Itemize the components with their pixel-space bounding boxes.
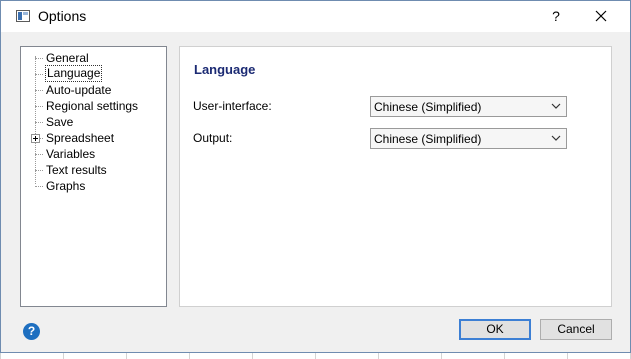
tree-item-save[interactable]: Save — [21, 114, 161, 130]
tree-item-label: Variables — [46, 147, 96, 161]
tree-item-label: Spreadsheet — [46, 131, 115, 145]
settings-panel: Language User-interface: Chinese (Simpli… — [179, 46, 612, 307]
tree-branch — [35, 106, 43, 107]
help-icon[interactable]: ? — [23, 323, 40, 340]
close-icon — [595, 10, 607, 22]
user-interface-label: User-interface: — [193, 99, 272, 113]
tree-item-text-results[interactable]: Text results — [21, 162, 161, 178]
user-interface-language-select[interactable]: Chinese (Simplified) — [370, 96, 567, 117]
tree-branch — [35, 74, 43, 75]
tree-item-label: Save — [46, 115, 74, 129]
tree-branch — [35, 154, 43, 155]
options-dialog: Options ? General Language Auto-update R… — [0, 0, 631, 353]
tree-item-label: Language — [45, 65, 103, 82]
tree-item-spreadsheet[interactable]: Spreadsheet — [21, 130, 161, 146]
tree-branch — [35, 58, 43, 59]
chevron-down-icon — [551, 103, 561, 109]
window-title: Options — [38, 8, 87, 24]
close-button[interactable] — [583, 1, 619, 32]
ok-button[interactable]: OK — [459, 319, 531, 340]
tree-branch — [35, 90, 43, 91]
expand-icon[interactable] — [31, 134, 40, 143]
tree-branch — [35, 122, 43, 123]
tree-item-auto-update[interactable]: Auto-update — [21, 82, 161, 98]
tree-item-general[interactable]: General — [21, 50, 161, 66]
tree-item-label: General — [46, 51, 89, 65]
options-tree[interactable]: General Language Auto-update Regional se… — [20, 46, 167, 307]
tree-item-variables[interactable]: Variables — [21, 146, 161, 162]
select-value: Chinese (Simplified) — [374, 132, 482, 146]
panel-heading: Language — [194, 62, 256, 77]
background-strip — [0, 353, 631, 359]
cancel-button[interactable]: Cancel — [540, 319, 612, 340]
app-icon — [16, 10, 30, 22]
title-help-button[interactable]: ? — [538, 1, 574, 32]
tree-item-label: Graphs — [46, 179, 86, 193]
output-label: Output: — [193, 131, 233, 145]
tree-branch — [35, 170, 43, 171]
tree-branch — [35, 186, 43, 187]
output-language-select[interactable]: Chinese (Simplified) — [370, 128, 567, 149]
chevron-down-icon — [551, 135, 561, 141]
tree-item-graphs[interactable]: Graphs — [21, 178, 161, 194]
tree-item-regional-settings[interactable]: Regional settings — [21, 98, 161, 114]
tree-item-label: Text results — [46, 163, 107, 177]
select-value: Chinese (Simplified) — [374, 100, 482, 114]
tree-item-label: Regional settings — [46, 99, 139, 113]
title-bar[interactable]: Options ? — [1, 1, 630, 32]
tree-item-language[interactable]: Language — [21, 65, 161, 82]
tree-item-label: Auto-update — [46, 83, 112, 97]
